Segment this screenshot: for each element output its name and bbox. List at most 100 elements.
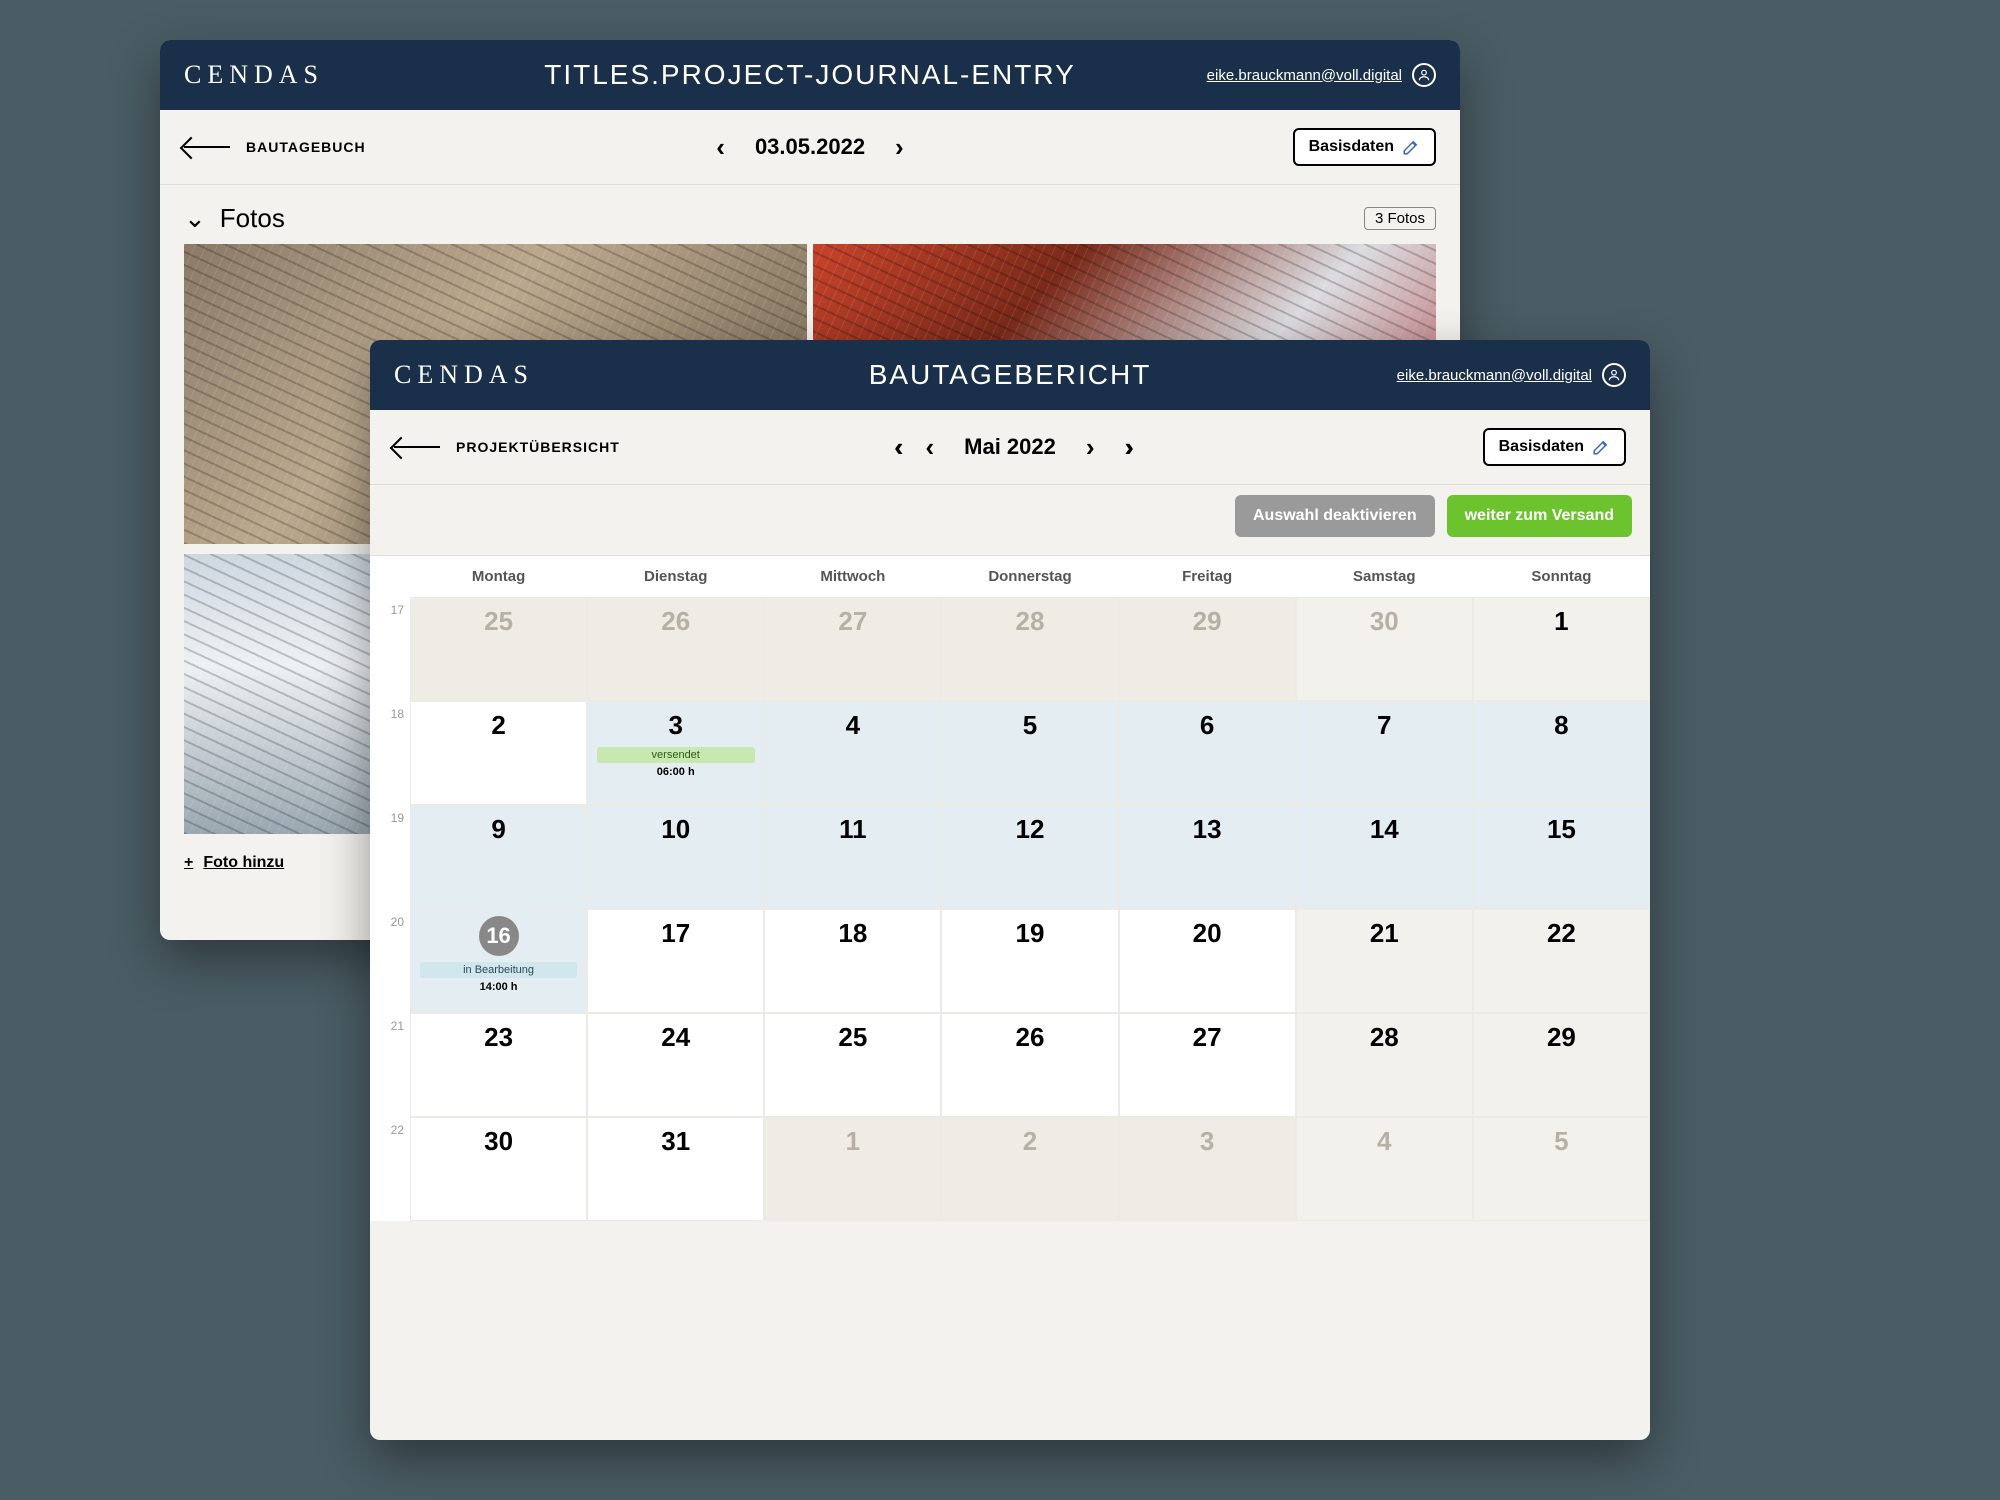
calendar-day[interactable]: 9 bbox=[410, 805, 587, 909]
day-number: 19 bbox=[1016, 918, 1045, 949]
current-date: 03.05.2022 bbox=[755, 134, 865, 160]
calendar-day[interactable]: 11 bbox=[764, 805, 941, 909]
calendar-day[interactable]: 29 bbox=[1473, 1013, 1650, 1117]
section-header[interactable]: ⌄ Fotos 3 Fotos bbox=[184, 203, 1436, 234]
day-number: 12 bbox=[1016, 814, 1045, 845]
calendar-day[interactable]: 15 bbox=[1473, 805, 1650, 909]
arrow-left-icon bbox=[394, 446, 440, 448]
day-number: 26 bbox=[661, 606, 690, 637]
calendar-day[interactable]: 8 bbox=[1473, 701, 1650, 805]
day-subtext: 06:00 h bbox=[657, 766, 695, 778]
calendar-day[interactable]: 23 bbox=[410, 1013, 587, 1117]
calendar-day[interactable]: 28 bbox=[1296, 1013, 1473, 1117]
fotos-count-badge: 3 Fotos bbox=[1364, 207, 1436, 230]
calendar-day[interactable]: 26 bbox=[587, 597, 764, 701]
breadcrumb-back[interactable]: PROJEKTÜBERSICHT bbox=[394, 439, 620, 455]
calendar-day[interactable]: 2 bbox=[410, 701, 587, 805]
sub-nav: PROJEKTÜBERSICHT ‹‹ ‹ Mai 2022 › ›› Basi… bbox=[370, 410, 1650, 485]
day-number: 3 bbox=[668, 710, 682, 741]
breadcrumb-label: PROJEKTÜBERSICHT bbox=[456, 439, 620, 455]
user-link[interactable]: eike.brauckmann@voll.digital bbox=[1207, 63, 1436, 87]
calendar-day[interactable]: 7 bbox=[1296, 701, 1473, 805]
sub-nav: BAUTAGEBUCH ‹ 03.05.2022 › Basisdaten bbox=[160, 110, 1460, 185]
calendar-day[interactable]: 10 bbox=[587, 805, 764, 909]
calendar-day[interactable]: 20 bbox=[1119, 909, 1296, 1013]
user-icon bbox=[1602, 363, 1626, 387]
week-number: 19 bbox=[370, 805, 410, 909]
status-pill: versendet bbox=[597, 747, 755, 763]
weekday-header: Freitag bbox=[1119, 556, 1296, 597]
weekday-header: Sonntag bbox=[1473, 556, 1650, 597]
day-number: 28 bbox=[1016, 606, 1045, 637]
day-number: 30 bbox=[1370, 606, 1399, 637]
calendar-day[interactable]: 16in Bearbeitung14:00 h bbox=[410, 909, 587, 1013]
week-number: 17 bbox=[370, 597, 410, 701]
breadcrumb-back[interactable]: BAUTAGEBUCH bbox=[184, 139, 366, 155]
weekday-header: Donnerstag bbox=[941, 556, 1118, 597]
day-number: 22 bbox=[1547, 918, 1576, 949]
deactivate-selection-button[interactable]: Auswahl deaktivieren bbox=[1235, 495, 1435, 537]
day-number: 18 bbox=[838, 918, 867, 949]
calendar-day[interactable]: 31 bbox=[587, 1117, 764, 1221]
calendar-day[interactable]: 19 bbox=[941, 909, 1118, 1013]
basisdaten-button[interactable]: Basisdaten bbox=[1483, 428, 1626, 466]
calendar-day[interactable]: 27 bbox=[1119, 1013, 1296, 1117]
day-number: 9 bbox=[491, 814, 505, 845]
calendar: MontagDienstagMittwochDonnerstagFreitagS… bbox=[370, 555, 1650, 1221]
next-year-button[interactable]: ›› bbox=[1125, 432, 1126, 463]
calendar-day[interactable]: 17 bbox=[587, 909, 764, 1013]
day-number: 7 bbox=[1377, 710, 1391, 741]
calendar-day[interactable]: 30 bbox=[410, 1117, 587, 1221]
weekday-header: Dienstag bbox=[587, 556, 764, 597]
day-number: 25 bbox=[484, 606, 513, 637]
calendar-day[interactable]: 6 bbox=[1119, 701, 1296, 805]
calendar-day[interactable]: 29 bbox=[1119, 597, 1296, 701]
calendar-day[interactable]: 2 bbox=[941, 1117, 1118, 1221]
basisdaten-button[interactable]: Basisdaten bbox=[1293, 128, 1436, 166]
prev-year-button[interactable]: ‹‹ bbox=[894, 432, 895, 463]
page-title: BAUTAGEBERICHT bbox=[869, 359, 1152, 391]
day-number: 2 bbox=[491, 710, 505, 741]
calendar-day[interactable]: 21 bbox=[1296, 909, 1473, 1013]
calendar-day[interactable]: 1 bbox=[764, 1117, 941, 1221]
calendar-day[interactable]: 14 bbox=[1296, 805, 1473, 909]
calendar-day[interactable]: 27 bbox=[764, 597, 941, 701]
next-month-button[interactable]: › bbox=[1086, 432, 1095, 463]
proceed-send-button[interactable]: weiter zum Versand bbox=[1447, 495, 1632, 537]
calendar-day[interactable]: 25 bbox=[764, 1013, 941, 1117]
calendar-day[interactable]: 18 bbox=[764, 909, 941, 1013]
bautagebericht-window: CENDAS BAUTAGEBERICHT eike.brauckmann@vo… bbox=[370, 340, 1650, 1440]
calendar-day[interactable]: 26 bbox=[941, 1013, 1118, 1117]
calendar-day[interactable]: 1 bbox=[1473, 597, 1650, 701]
day-number: 26 bbox=[1016, 1022, 1045, 1053]
weekday-header: Montag bbox=[410, 556, 587, 597]
action-bar: Auswahl deaktivieren weiter zum Versand bbox=[370, 485, 1650, 555]
day-number: 1 bbox=[846, 1126, 860, 1157]
next-day-button[interactable]: › bbox=[895, 132, 904, 163]
calendar-day[interactable]: 24 bbox=[587, 1013, 764, 1117]
calendar-day[interactable]: 12 bbox=[941, 805, 1118, 909]
prev-month-button[interactable]: ‹ bbox=[925, 432, 934, 463]
calendar-body: 1725262728293011823versendet06:00 h45678… bbox=[370, 597, 1650, 1221]
calendar-day[interactable]: 13 bbox=[1119, 805, 1296, 909]
calendar-day[interactable]: 5 bbox=[941, 701, 1118, 805]
prev-day-button[interactable]: ‹ bbox=[716, 132, 725, 163]
calendar-day[interactable]: 28 bbox=[941, 597, 1118, 701]
calendar-day[interactable]: 3 bbox=[1119, 1117, 1296, 1221]
calendar-day[interactable]: 3 versendet 06:00 h bbox=[587, 701, 764, 805]
calendar-day[interactable]: 30 bbox=[1296, 597, 1473, 701]
calendar-day[interactable]: 4 bbox=[1296, 1117, 1473, 1221]
day-number: 3 bbox=[1200, 1126, 1214, 1157]
calendar-day[interactable]: 22 bbox=[1473, 909, 1650, 1013]
calendar-day[interactable]: 25 bbox=[410, 597, 587, 701]
day-number: 1 bbox=[1554, 606, 1568, 637]
calendar-day[interactable]: 5 bbox=[1473, 1117, 1650, 1221]
topbar: CENDAS TITLES.PROJECT-JOURNAL-ENTRY eike… bbox=[160, 40, 1460, 110]
day-number: 11 bbox=[839, 814, 867, 845]
day-number: 31 bbox=[661, 1126, 690, 1157]
day-number: 25 bbox=[838, 1022, 867, 1053]
day-subtext: 14:00 h bbox=[480, 981, 518, 993]
user-link[interactable]: eike.brauckmann@voll.digital bbox=[1397, 363, 1626, 387]
chevron-down-icon: ⌄ bbox=[184, 203, 206, 234]
calendar-day[interactable]: 4 bbox=[764, 701, 941, 805]
